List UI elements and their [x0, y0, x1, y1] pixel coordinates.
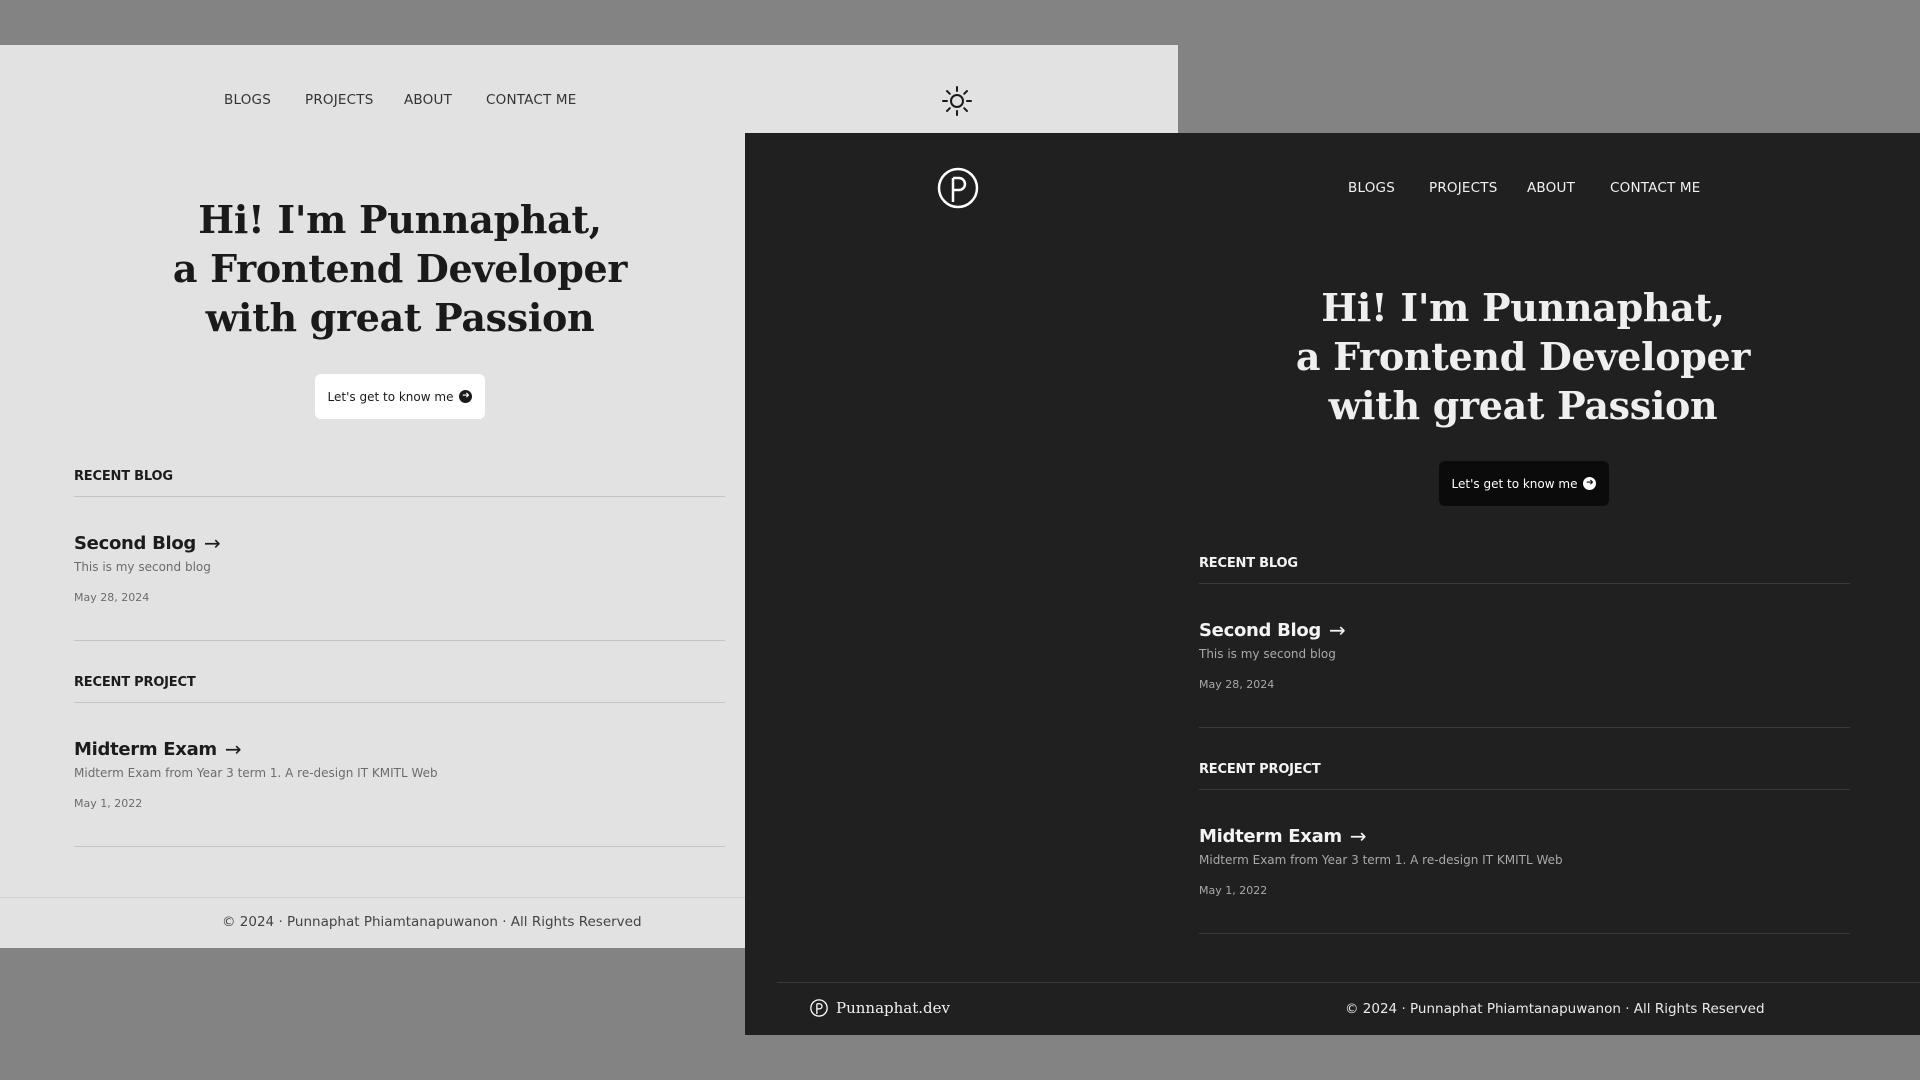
nav-blogs[interactable]: BLOGS — [1348, 180, 1395, 196]
footer-brand-text: Punnaphat.dev — [836, 999, 950, 1017]
project-title-text: Midterm Exam — [74, 738, 217, 760]
footer-divider — [777, 982, 1920, 983]
site-logo[interactable] — [937, 167, 979, 213]
divider — [1199, 789, 1850, 790]
footer-brand[interactable]: Punnaphat.dev — [810, 999, 950, 1017]
recent-project-label: RECENT PROJECT — [1199, 762, 1321, 777]
blog-description: This is my second blog — [1199, 647, 1336, 661]
divider — [74, 702, 725, 703]
recent-blog-label: RECENT BLOG — [1199, 556, 1298, 571]
nav-blogs[interactable]: BLOGS — [224, 92, 271, 108]
hero-heading: Hi! I'm Punnaphat, a Frontend Developer … — [80, 195, 720, 342]
blog-date: May 28, 2024 — [74, 591, 150, 604]
footer-copyright: © 2024 · Punnaphat Phiamtanapuwanon · Al… — [222, 914, 642, 930]
project-description: Midterm Exam from Year 3 term 1. A re-de… — [1199, 853, 1563, 867]
get-to-know-me-button[interactable]: Let's get to know me ➜ — [315, 374, 485, 419]
recent-project-label: RECENT PROJECT — [74, 675, 196, 690]
project-description: Midterm Exam from Year 3 term 1. A re-de… — [74, 766, 438, 780]
arrow-right-icon: → — [204, 531, 221, 555]
nav-contact[interactable]: CONTACT ME — [486, 92, 577, 108]
p-logo-icon — [937, 167, 979, 209]
nav-about[interactable]: ABOUT — [404, 92, 452, 108]
hero-line-3: with great Passion — [1328, 383, 1718, 428]
divider — [1199, 583, 1850, 584]
arrow-right-circle-icon: ➜ — [1583, 477, 1597, 490]
recent-blog-label: RECENT BLOG — [74, 469, 173, 484]
blog-description: This is my second blog — [74, 560, 211, 574]
divider — [74, 496, 725, 497]
get-to-know-me-button[interactable]: Let's get to know me ➜ — [1439, 461, 1609, 506]
hero-line-1: Hi! I'm Punnaphat, — [1321, 285, 1725, 330]
nav-about[interactable]: ABOUT — [1527, 180, 1575, 196]
hero-line-1: Hi! I'm Punnaphat, — [198, 197, 602, 242]
project-date: May 1, 2022 — [1199, 884, 1268, 897]
cta-label: Let's get to know me — [1451, 476, 1578, 491]
footer-copyright: © 2024 · Punnaphat Phiamtanapuwanon · Al… — [1345, 1001, 1765, 1017]
p-logo-icon — [810, 999, 828, 1017]
theme-toggle-button[interactable] — [940, 84, 974, 118]
blog-title-text: Second Blog — [1199, 619, 1322, 641]
nav-projects[interactable]: PROJECTS — [1429, 180, 1498, 196]
arrow-right-icon: → — [1349, 824, 1367, 848]
nav-projects[interactable]: PROJECTS — [305, 92, 374, 108]
project-item-title[interactable]: Midterm Exam → — [74, 737, 242, 761]
project-title-text: Midterm Exam — [1199, 825, 1342, 847]
hero-heading: Hi! I'm Punnaphat, a Frontend Developer … — [1203, 283, 1843, 430]
dark-theme-window: BLOGS PROJECTS ABOUT CONTACT ME Hi! I'm … — [745, 133, 1920, 1035]
arrow-right-circle-icon: ➜ — [459, 390, 473, 403]
arrow-right-icon: → — [1329, 618, 1346, 642]
divider — [1199, 933, 1850, 934]
sun-icon — [942, 86, 972, 116]
blog-date: May 28, 2024 — [1199, 678, 1275, 691]
divider — [74, 846, 725, 847]
cta-label: Let's get to know me — [327, 389, 454, 404]
divider — [74, 640, 725, 641]
blog-item-title[interactable]: Second Blog → — [74, 531, 221, 555]
blog-item-title[interactable]: Second Blog → — [1199, 618, 1346, 642]
hero-line-2: a Frontend Developer — [172, 246, 628, 291]
project-item-title[interactable]: Midterm Exam → — [1199, 824, 1367, 848]
hero-line-2: a Frontend Developer — [1295, 334, 1751, 379]
nav-contact[interactable]: CONTACT ME — [1610, 180, 1701, 196]
project-date: May 1, 2022 — [74, 797, 143, 810]
hero-line-3: with great Passion — [205, 295, 595, 340]
blog-title-text: Second Blog — [74, 532, 197, 554]
divider — [1199, 727, 1850, 728]
arrow-right-icon: → — [224, 737, 242, 761]
footer-divider — [0, 897, 745, 898]
